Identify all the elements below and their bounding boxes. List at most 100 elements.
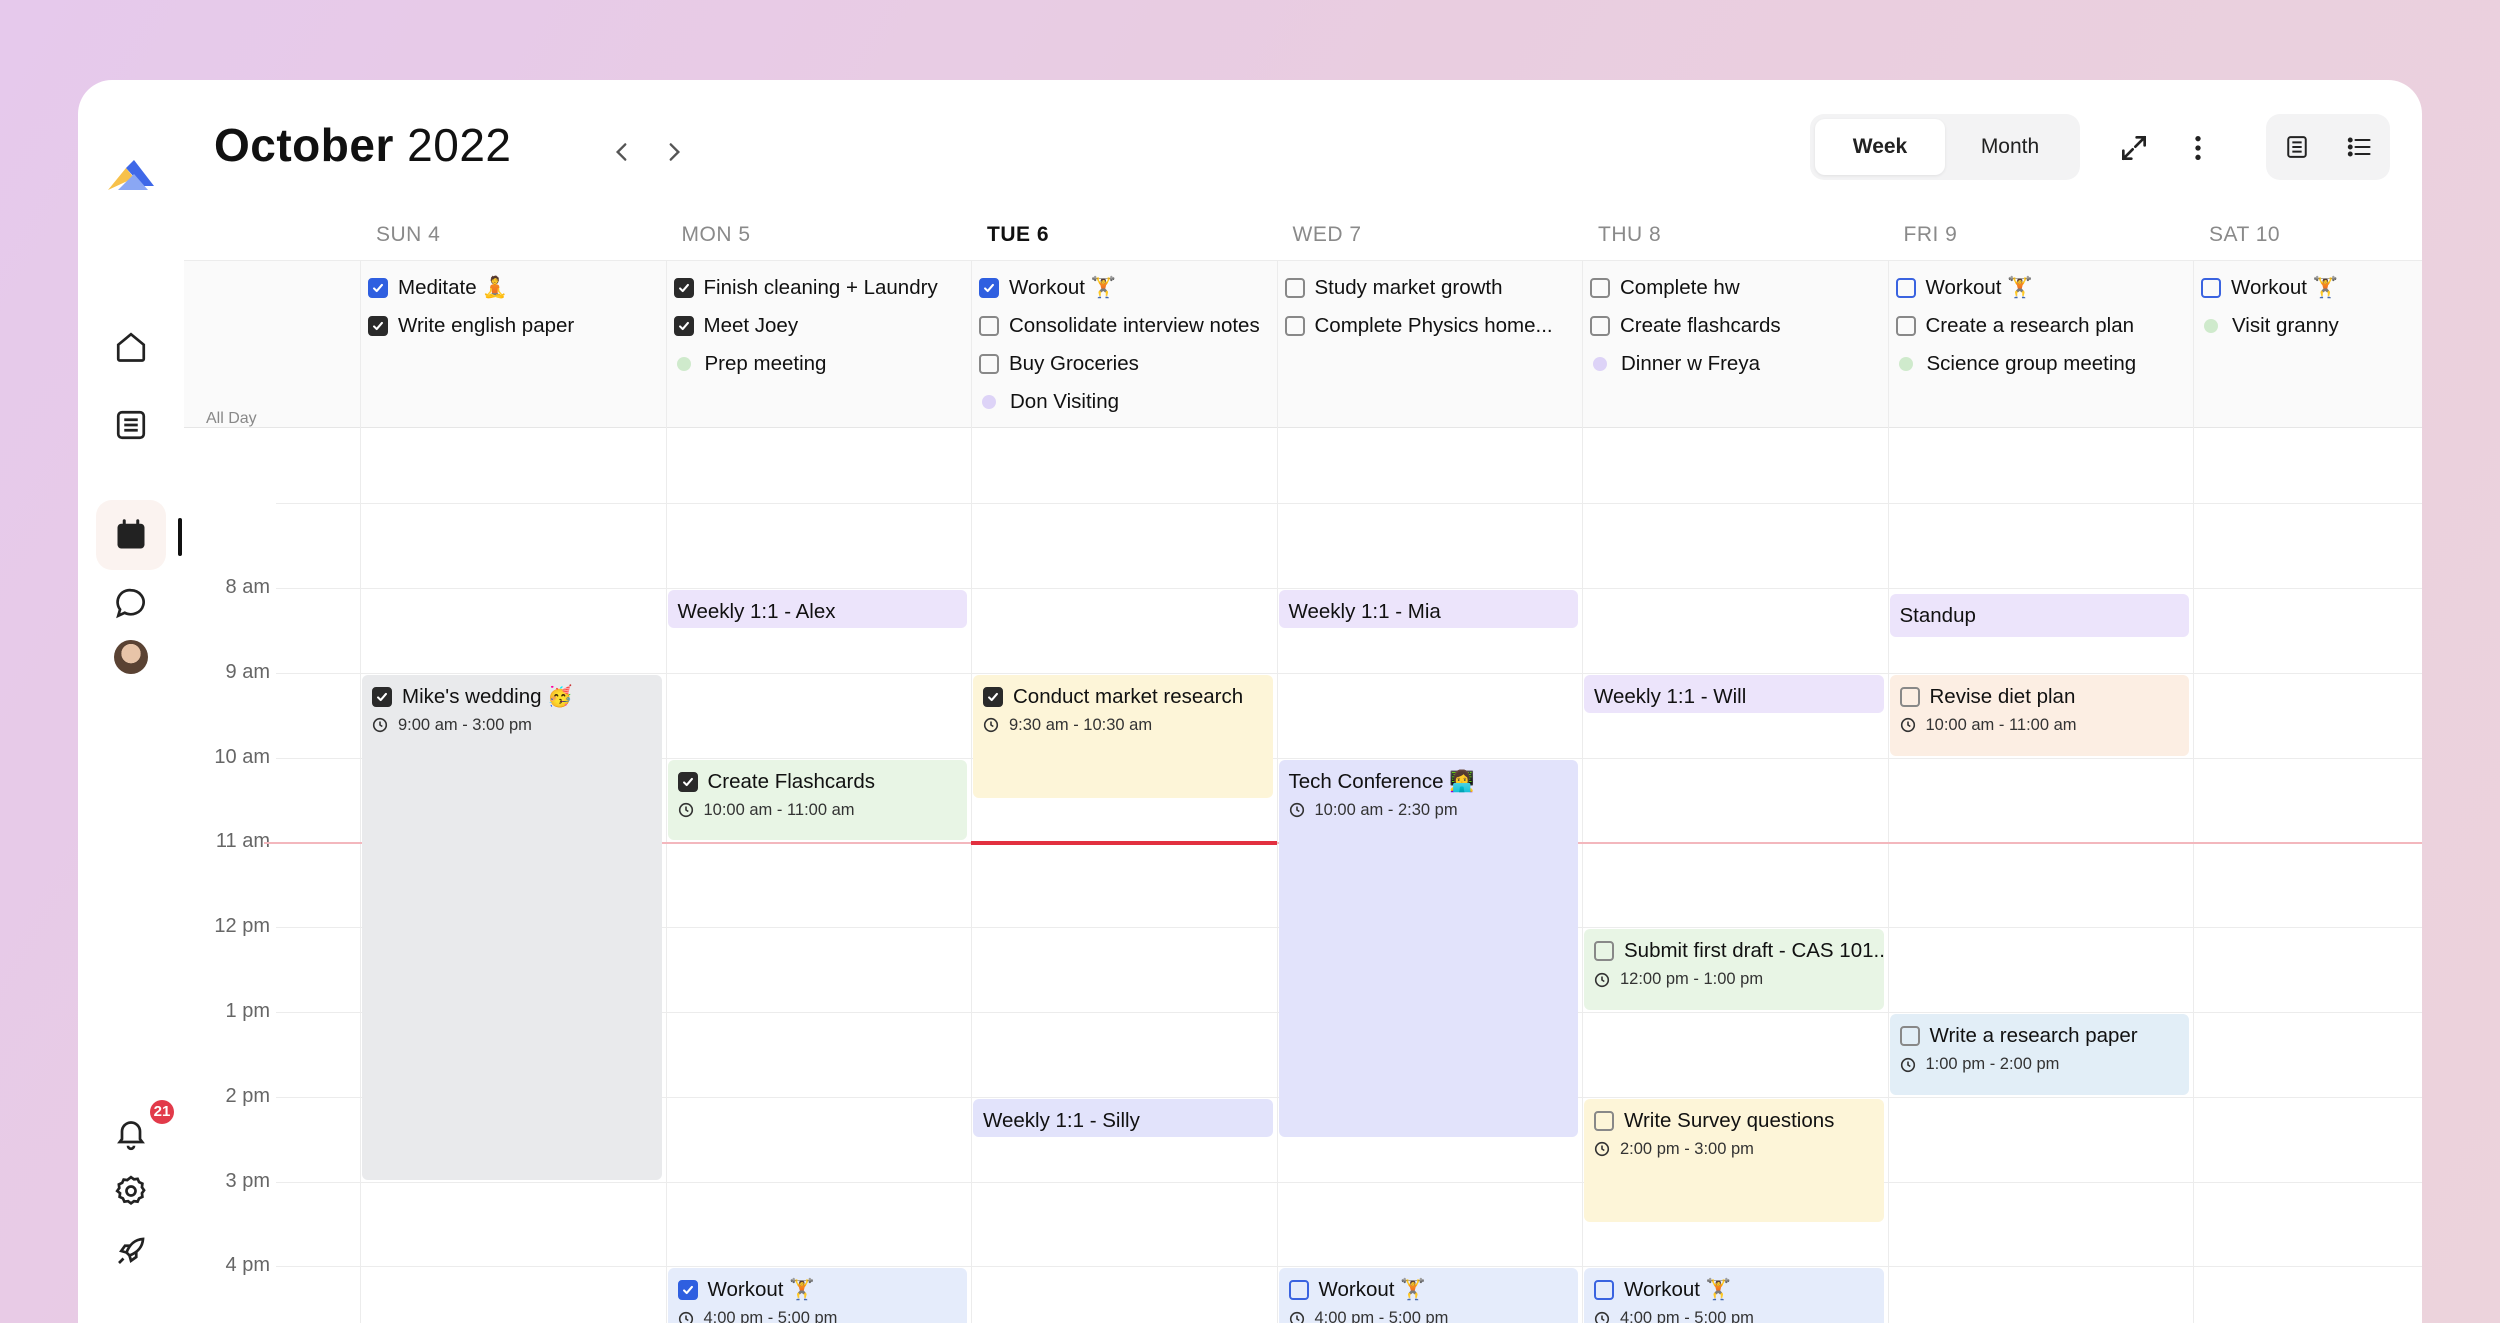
task-checkbox[interactable]: [673, 316, 694, 336]
all-day-event[interactable]: Don Visiting: [979, 384, 1273, 420]
calendar-event[interactable]: Conduct market research 9:30 am - 10:30 a…: [973, 674, 1273, 798]
task-checkbox[interactable]: [368, 316, 388, 336]
event-title-row: Write a research paper: [1899, 1020, 2180, 1052]
all-day-task[interactable]: Workout 🏋️: [2201, 270, 2422, 306]
nav-notifications[interactable]: 21: [104, 1100, 174, 1160]
all-day-task[interactable]: Buy Groceries: [979, 346, 1273, 382]
task-checkbox[interactable]: [1899, 686, 1920, 707]
hour-label: 11 am: [215, 830, 270, 853]
calendar-event[interactable]: Weekly 1:1 - Will: [1584, 674, 1884, 714]
event-title: Workout 🏋️: [1624, 1278, 1732, 1302]
all-day-task[interactable]: Consolidate interview notes: [979, 308, 1273, 344]
calendar-event[interactable]: Weekly 1:1 - Alex: [667, 590, 967, 629]
all-day-task[interactable]: Write english paper: [368, 308, 662, 344]
task-checkbox[interactable]: [1594, 1280, 1614, 1301]
all-day-event[interactable]: Dinner w Freya: [1590, 346, 1884, 382]
event-dot: [676, 357, 691, 371]
task-checkbox[interactable]: [368, 278, 388, 298]
nav-home[interactable]: [104, 320, 158, 374]
clock-icon: [1289, 1311, 1304, 1323]
task-checkbox[interactable]: [979, 316, 999, 336]
all-day-event[interactable]: Science group meeting: [1896, 346, 2190, 382]
all-day-task[interactable]: Study market growth: [1284, 270, 1579, 306]
day-header[interactable]: THU 8: [1582, 210, 1888, 260]
calendar-event[interactable]: Create Flashcards 10:00 am - 11:00 am: [667, 759, 967, 841]
next-week-button[interactable]: [654, 128, 694, 176]
hour-label: 8 am: [225, 576, 270, 598]
all-day-task[interactable]: Meditate 🧘: [368, 270, 662, 306]
task-checkbox[interactable]: [1899, 1026, 1920, 1046]
event-dot: [982, 395, 996, 409]
hour-label: 2 pm: [225, 1084, 270, 1107]
day-header[interactable]: WED 7: [1277, 210, 1583, 260]
app-logo-icon: [108, 160, 154, 190]
list-view-icon[interactable]: [2345, 133, 2373, 161]
task-checkbox[interactable]: [372, 686, 392, 707]
expand-button[interactable]: [2110, 124, 2158, 172]
all-day-task[interactable]: Finish cleaning + Laundry: [673, 270, 968, 306]
event-time-label: 2:00 pm - 3:00 pm: [1620, 1139, 1754, 1158]
task-checkbox[interactable]: [2201, 278, 2221, 298]
calendar-event[interactable]: Tech Conference 👩‍💻 10:00 am - 2:30 pm: [1278, 759, 1578, 1138]
task-checkbox[interactable]: [1590, 316, 1610, 336]
calendar-event[interactable]: Mike's wedding 🥳 9:00 am - 3:00 pm: [362, 674, 662, 1180]
all-day-task[interactable]: Workout 🏋️: [979, 270, 1273, 306]
calendar-event[interactable]: Standup: [1889, 594, 2189, 637]
task-checkbox[interactable]: [979, 278, 999, 298]
calendar-event[interactable]: Workout 🏋️ 4:00 pm - 5:00 pm: [1278, 1268, 1578, 1323]
sidebar: 21: [78, 80, 184, 1323]
task-checkbox[interactable]: [1895, 316, 1916, 336]
task-checkbox[interactable]: [1594, 1110, 1614, 1131]
calendar-event[interactable]: Workout 🏋️ 4:00 pm - 5:00 pm: [667, 1268, 967, 1323]
task-checkbox[interactable]: [1284, 278, 1305, 298]
day-header[interactable]: MON 5: [666, 210, 972, 260]
task-checkbox[interactable]: [677, 771, 698, 792]
day-header[interactable]: FRI 9: [1888, 210, 2194, 260]
calendar-event[interactable]: Write a research paper 1:00 pm - 2:00 pm: [1889, 1014, 2189, 1095]
day-header[interactable]: SUN 4: [360, 210, 666, 260]
task-checkbox[interactable]: [1895, 278, 1916, 298]
all-day-task[interactable]: Complete Physics home...: [1284, 308, 1579, 344]
all-day-event[interactable]: Visit granny: [2201, 308, 2422, 344]
clock-icon: [1900, 718, 1915, 733]
calendar-event[interactable]: Weekly 1:1 - Mia: [1278, 590, 1578, 629]
active-indicator: [178, 518, 182, 556]
week-view-tab[interactable]: Week: [1815, 119, 1945, 175]
calendar-event[interactable]: Write Survey questions 2:00 pm - 3:00 pm: [1584, 1098, 1884, 1222]
calendar-event[interactable]: Workout 🏋️ 4:00 pm - 5:00 pm: [1584, 1268, 1884, 1323]
task-checkbox[interactable]: [1594, 941, 1614, 962]
nav-chat[interactable]: [104, 576, 158, 630]
all-day-task[interactable]: Create flashcards: [1590, 308, 1884, 344]
task-checkbox[interactable]: [1284, 316, 1305, 336]
nav-launch[interactable]: [104, 1224, 158, 1278]
prev-week-button[interactable]: [602, 128, 642, 176]
avatar[interactable]: [114, 640, 148, 674]
all-day-task[interactable]: Meet Joey: [673, 308, 968, 344]
all-day-task[interactable]: Workout 🏋️: [1895, 270, 2190, 306]
item-label: Buy Groceries: [1009, 352, 1139, 375]
task-checkbox[interactable]: [1590, 278, 1610, 298]
task-checkbox[interactable]: [979, 354, 999, 374]
task-checkbox[interactable]: [673, 278, 694, 298]
calendar-event[interactable]: Revise diet plan 10:00 am - 11:00 am: [1889, 674, 2189, 756]
day-header[interactable]: SAT 10: [2193, 210, 2422, 260]
event-title: Revise diet plan: [1929, 684, 2076, 708]
all-day-task[interactable]: Create a research plan: [1895, 308, 2190, 344]
detail-view-icon[interactable]: [2283, 133, 2311, 161]
nav-settings[interactable]: [104, 1164, 158, 1218]
nav-calendar[interactable]: [104, 508, 158, 562]
month-view-tab[interactable]: Month: [1945, 119, 2075, 175]
task-checkbox[interactable]: [677, 1280, 698, 1301]
all-day-event[interactable]: Prep meeting: [674, 346, 968, 382]
task-checkbox[interactable]: [983, 686, 1003, 707]
more-options-button[interactable]: [2174, 124, 2222, 172]
calendar-event[interactable]: Submit first draft - CAS 101... 12:00 pm …: [1584, 929, 1884, 1010]
calendar-event[interactable]: Weekly 1:1 - Silly: [973, 1098, 1273, 1138]
nav-notes[interactable]: [104, 398, 158, 452]
task-checkbox[interactable]: [1288, 1280, 1309, 1301]
column-divider: [2193, 260, 2194, 1323]
all-day-task[interactable]: Complete hw: [1590, 270, 1884, 306]
event-title-row: Create Flashcards: [677, 766, 958, 798]
event-title-row: Weekly 1:1 - Silly: [983, 1105, 1263, 1137]
day-header[interactable]: TUE 6: [971, 210, 1277, 260]
